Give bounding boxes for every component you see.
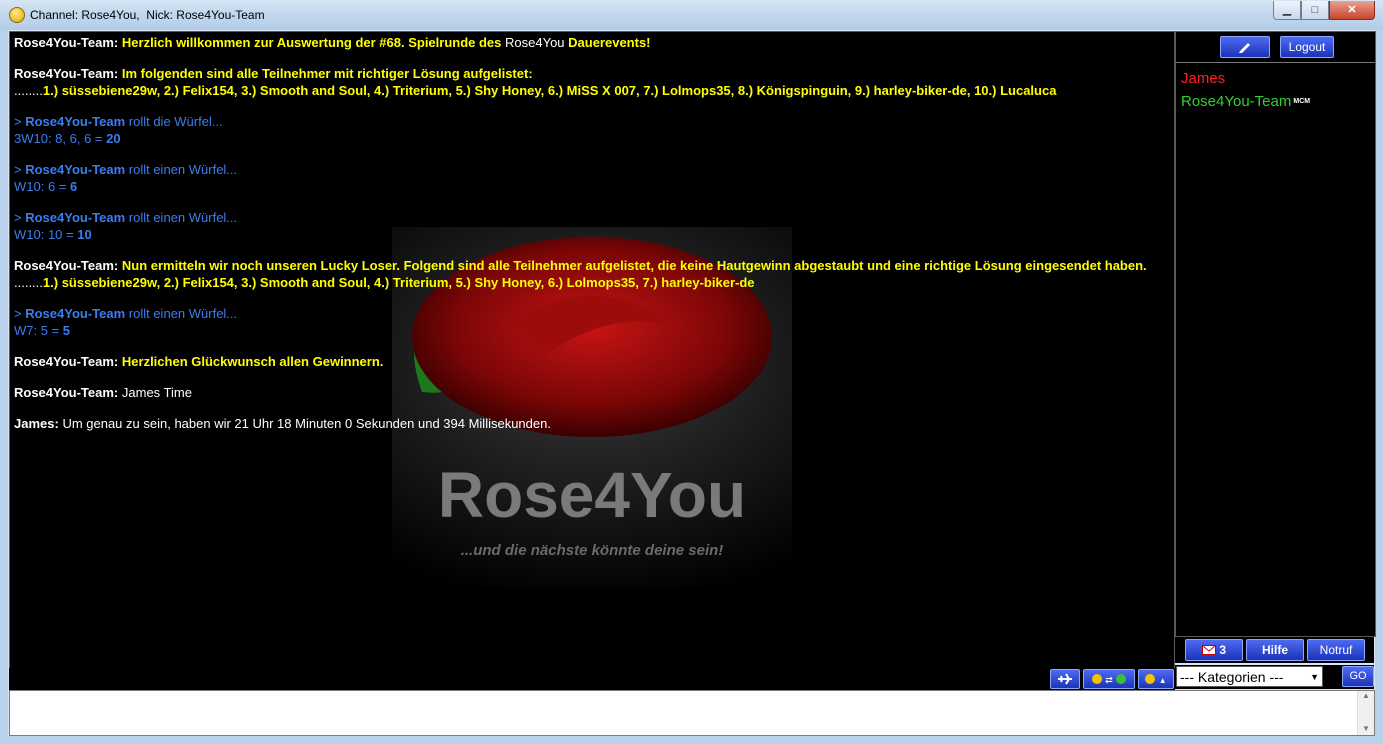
roll-action: rollt einen Würfel... [125,306,238,321]
app-smiley-icon [9,7,25,23]
winner-list: 1.) süssebiene29w, 2.) Felix154, 3.) Smo… [42,83,1057,98]
chevron-down-icon: ▼ [1310,672,1319,682]
roll-result-label: W7: 5 = [14,323,63,338]
message-nick: Rose4You-Team: [14,354,119,369]
message-text: Herzlich willkommen zur Auswertung der #… [121,35,506,50]
roll-action: rollt die Würfel... [125,114,223,129]
roll-action: rollt einen Würfel... [125,210,238,225]
dice-roll-message: > Rose4You-Team rollt einen Würfel... W1… [14,209,1164,243]
sidebar-toolbar: Logout [1176,32,1375,63]
window-title: Channel: Rose4You, Nick: Rose4You-Team [30,8,265,22]
smiley-menu-button[interactable]: ▲ [1138,669,1174,689]
smiley-icon [1091,674,1102,684]
dice-roll-message: > Rose4You-Team rollt einen Würfel... W7… [14,305,1164,339]
message-nick: James: [14,416,59,431]
message-text: Herzlichen Glückwunsch allen Gewinnern. [121,354,384,369]
user-name: James [1181,70,1226,87]
roll-result-label: 3W10: 8, 6, 6 = [14,131,107,146]
smiley-switch-button[interactable]: ⇄ [1083,669,1135,689]
message-nick: Rose4You-Team: [14,385,119,400]
roll-prefix: > [14,210,26,225]
category-select-value: --- Kategorien --- [1180,669,1284,685]
window-titlebar: Channel: Rose4You, Nick: Rose4You-Team ▁… [0,0,1383,30]
edit-button[interactable] [1220,36,1270,58]
message-nick: Rose4You-Team: [14,66,119,81]
airplane-button[interactable] [1050,669,1080,689]
smiley-icon [1145,674,1156,684]
chat-message: James: Um genau zu sein, haben wir 21 Uh… [14,415,1164,432]
message-list: Rose4You-Team: Herzlich willkommen zur A… [14,34,1164,446]
input-scrollbar[interactable]: ▲ ▼ [1357,691,1374,735]
roll-action: rollt einen Würfel... [125,162,238,177]
roll-nick: Rose4You-Team [25,162,126,177]
roll-prefix: > [14,162,26,177]
loser-list: 1.) süssebiene29w, 2.) Felix154, 3.) Smo… [42,275,755,290]
message-nick: Rose4You-Team: [14,35,119,50]
message-text: Nun ermitteln wir noch unseren Lucky Los… [121,258,1147,273]
emergency-button[interactable]: Notruf [1307,639,1365,661]
message-brand: Rose4You [505,35,565,50]
user-list: James Rose4You-Team MCM [1176,63,1375,117]
message-text: Um genau zu sein, haben wir 21 Uhr 18 Mi… [62,416,551,431]
go-button[interactable]: GO [1342,666,1374,687]
roll-result: 10 [77,227,92,242]
pencil-icon [1239,43,1250,53]
help-button[interactable]: Hilfe [1246,639,1304,661]
message-dots: ........ [14,275,43,290]
chat-toolbar: ⇄ ▲ [9,668,1175,690]
swap-icon: ⇄ [1105,675,1113,685]
roll-result-label: W10: 6 = [14,179,70,194]
message-nick: Rose4You-Team: [14,258,119,273]
sidebar-actions: 3 Hilfe Notruf [1175,637,1374,663]
roll-nick: Rose4You-Team [25,306,126,321]
user-item[interactable]: James [1181,67,1370,90]
watermark-brand: Rose4You [438,459,746,531]
roll-prefix: > [14,114,26,129]
chat-area: Rose4You ...und die nächste könnte deine… [9,31,1175,689]
message-text: Im folgenden sind alle Teilnehmer mit ri… [121,66,533,81]
scroll-up-icon[interactable]: ▲ [1358,691,1374,700]
scroll-down-icon[interactable]: ▼ [1358,724,1374,733]
chevron-up-icon: ▲ [1158,676,1167,685]
message-input[interactable]: ▲ ▼ [9,690,1375,736]
category-select[interactable]: --- Kategorien --- ▼ [1176,666,1323,687]
message-dots: ........ [14,83,43,98]
user-name: Rose4You-Team [1181,93,1292,110]
user-sidebar: Logout James Rose4You-Team MCM [1175,31,1376,637]
chat-message: Rose4You-Team: Herzlichen Glückwunsch al… [14,353,1164,370]
minimize-button[interactable]: ▁ [1273,1,1301,20]
window-controls: ▁ □ ✕ [1273,1,1375,20]
envelope-icon [1201,645,1216,655]
roll-prefix: > [14,306,26,321]
mail-button[interactable]: 3 [1185,639,1243,661]
chat-message: Rose4You-Team: Nun ermitteln wir noch un… [14,257,1164,291]
roll-result-label: W10: 10 = [14,227,78,242]
watermark-slogan: ...und die nächste könnte deine sein! [461,542,724,559]
dice-roll-message: > Rose4You-Team rollt einen Würfel... W1… [14,161,1164,195]
airplane-icon [1058,673,1072,685]
close-button[interactable]: ✕ [1329,1,1375,20]
roll-nick: Rose4You-Team [25,210,126,225]
category-row: --- Kategorien --- ▼ GO [1175,665,1374,689]
maximize-button[interactable]: □ [1301,1,1329,20]
roll-result: 6 [70,179,78,194]
green-smiley-icon [1116,674,1127,684]
message-text: James Time [121,385,192,400]
chat-message: Rose4You-Team: James Time [14,384,1164,401]
dice-roll-message: > Rose4You-Team rollt die Würfel... 3W10… [14,113,1164,147]
user-item[interactable]: Rose4You-Team MCM [1181,90,1370,113]
mail-count: 3 [1219,643,1227,657]
logout-button[interactable]: Logout [1280,36,1334,58]
message-text-end: Dauerevents! [564,35,651,50]
user-badge: MCM [1293,98,1311,105]
roll-nick: Rose4You-Team [25,114,126,129]
chat-message: Rose4You-Team: Herzlich willkommen zur A… [14,34,1164,51]
chat-message: Rose4You-Team: Im folgenden sind alle Te… [14,65,1164,99]
roll-result: 5 [62,323,71,338]
roll-result: 20 [106,131,121,146]
